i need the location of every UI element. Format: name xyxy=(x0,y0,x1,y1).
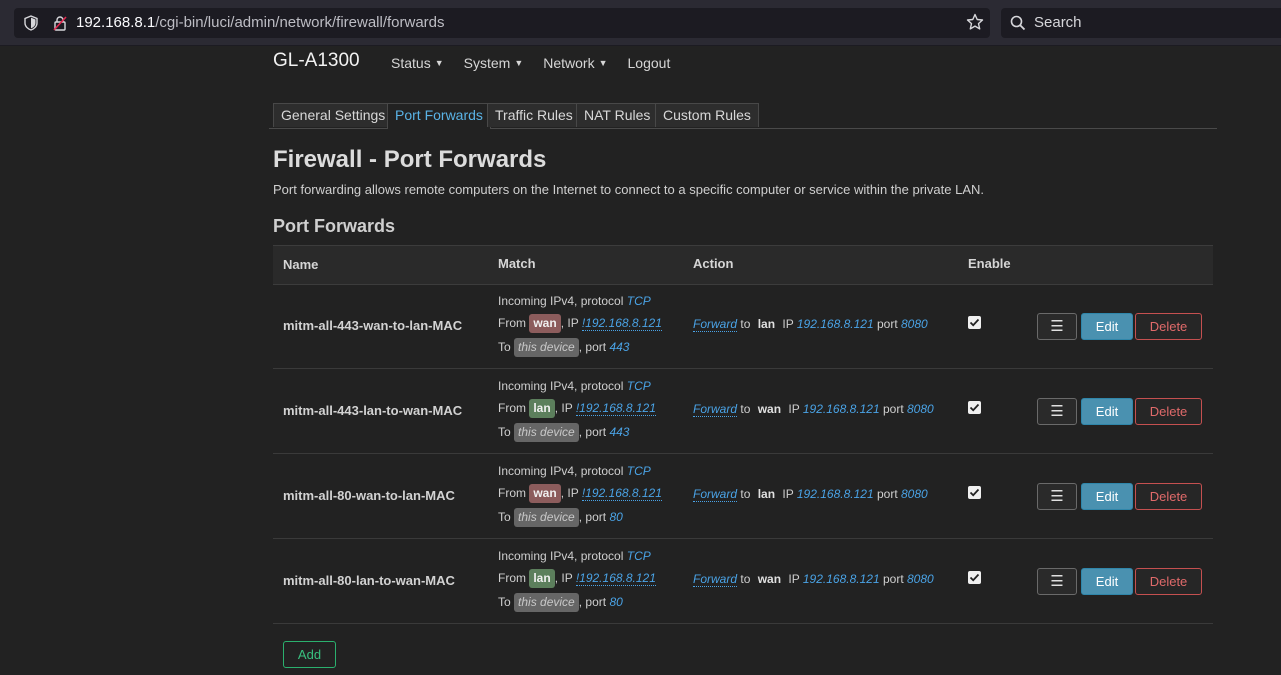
protocol-value: TCP xyxy=(626,294,651,308)
dest-port: 443 xyxy=(609,425,630,439)
zone-badge-lan: lan xyxy=(529,569,555,588)
match-line-protocol: Incoming IPv4, protocol TCP xyxy=(498,464,651,478)
section-title: Port Forwards xyxy=(273,216,396,236)
rule-name: mitm-all-443-lan-to-wan-MAC xyxy=(283,403,463,418)
delete-button[interactable]: Delete xyxy=(1135,398,1202,425)
enable-checkbox[interactable] xyxy=(968,316,981,329)
edit-button[interactable]: Edit xyxy=(1081,483,1133,510)
dest-port: 80 xyxy=(609,510,623,524)
column-header-match: Match xyxy=(498,256,536,271)
table-row: mitm-all-443-wan-to-lan-MAC Incoming IPv… xyxy=(273,284,1213,369)
source-ip: !192.168.8.121 xyxy=(575,401,656,416)
column-header-action: Action xyxy=(693,256,734,271)
table-header: Name Match Action Enable xyxy=(273,245,1213,285)
protocol-value: TCP xyxy=(626,549,651,563)
dest-port: 80 xyxy=(609,595,623,609)
page-description: Port forwarding allows remote computers … xyxy=(273,182,985,197)
caret-down-icon: ▼ xyxy=(598,58,608,68)
column-header-enable: Enable xyxy=(968,256,1011,271)
menu-network[interactable]: Network ▼ xyxy=(543,55,607,71)
column-header-name: Name xyxy=(283,257,319,272)
zone-badge-lan: lan xyxy=(529,399,555,418)
caret-down-icon: ▼ xyxy=(434,58,444,68)
zone-badge-device: this device xyxy=(514,508,579,527)
edit-button[interactable]: Edit xyxy=(1081,398,1133,425)
match-line-from: From wan, IP !192.168.8.121 xyxy=(498,314,662,333)
source-ip: !192.168.8.121 xyxy=(581,486,662,501)
tab-traffic-rules[interactable]: Traffic Rules xyxy=(487,103,581,127)
action-text: Forward to wan IP 192.168.8.121 port 808… xyxy=(693,402,934,417)
table-row: mitm-all-80-wan-to-lan-MAC Incoming IPv4… xyxy=(273,454,1213,539)
delete-button[interactable]: Delete xyxy=(1135,568,1202,595)
menu-system[interactable]: System ▼ xyxy=(464,55,524,71)
menu-logout[interactable]: Logout xyxy=(628,55,671,71)
drag-menu-button[interactable]: ☰ xyxy=(1037,313,1077,340)
match-line-to: To this device, port 80 xyxy=(498,593,623,612)
bookmark-star-icon[interactable] xyxy=(966,13,984,34)
search-placeholder: Search xyxy=(1034,14,1082,31)
zone-badge-wan: wan xyxy=(529,484,561,503)
caret-down-icon: ▼ xyxy=(514,58,524,68)
match-line-from: From lan, IP !192.168.8.121 xyxy=(498,399,656,418)
tab-port-forwards[interactable]: Port Forwards xyxy=(387,103,491,129)
match-line-from: From wan, IP !192.168.8.121 xyxy=(498,484,662,503)
match-line-protocol: Incoming IPv4, protocol TCP xyxy=(498,549,651,563)
search-input[interactable]: Search xyxy=(1001,8,1281,38)
match-line-to: To this device, port 443 xyxy=(498,423,629,442)
rule-name: mitm-all-80-wan-to-lan-MAC xyxy=(283,488,455,503)
url-text[interactable]: 192.168.8.1/cgi-bin/luci/admin/network/f… xyxy=(76,14,445,31)
top-menu: Status ▼ System ▼ Network ▼ Logout xyxy=(391,55,690,71)
match-line-to: To this device, port 443 xyxy=(498,338,629,357)
match-line-protocol: Incoming IPv4, protocol TCP xyxy=(498,294,651,308)
drag-menu-button[interactable]: ☰ xyxy=(1037,568,1077,595)
enable-checkbox[interactable] xyxy=(968,571,981,584)
lock-insecure-icon[interactable] xyxy=(52,15,68,34)
rule-name: mitm-all-443-wan-to-lan-MAC xyxy=(283,318,463,333)
drag-menu-button[interactable]: ☰ xyxy=(1037,398,1077,425)
protocol-value: TCP xyxy=(626,379,651,393)
delete-button[interactable]: Delete xyxy=(1135,313,1202,340)
page-title: Firewall - Port Forwards xyxy=(273,146,547,173)
zone-badge-device: this device xyxy=(514,423,579,442)
zone-badge-device: this device xyxy=(514,338,579,357)
zone-badge-wan: wan xyxy=(529,314,561,333)
action-text: Forward to wan IP 192.168.8.121 port 808… xyxy=(693,572,934,587)
match-line-to: To this device, port 80 xyxy=(498,508,623,527)
source-ip: !192.168.8.121 xyxy=(575,571,656,586)
menu-status[interactable]: Status ▼ xyxy=(391,55,444,71)
brand-title[interactable]: GL-A1300 xyxy=(273,50,360,72)
rule-name: mitm-all-80-lan-to-wan-MAC xyxy=(283,573,455,588)
action-text: Forward to lan IP 192.168.8.121 port 808… xyxy=(693,317,928,332)
browser-toolbar: 192.168.8.1/cgi-bin/luci/admin/network/f… xyxy=(0,0,1281,46)
search-icon xyxy=(1010,15,1026,34)
delete-button[interactable]: Delete xyxy=(1135,483,1202,510)
match-line-protocol: Incoming IPv4, protocol TCP xyxy=(498,379,651,393)
tab-custom-rules[interactable]: Custom Rules xyxy=(655,103,759,127)
action-text: Forward to lan IP 192.168.8.121 port 808… xyxy=(693,487,928,502)
drag-menu-button[interactable]: ☰ xyxy=(1037,483,1077,510)
zone-badge-device: this device xyxy=(514,593,579,612)
shield-icon[interactable] xyxy=(23,15,39,34)
tab-general-settings[interactable]: General Settings xyxy=(273,103,394,127)
tab-nat-rules[interactable]: NAT Rules xyxy=(576,103,659,127)
protocol-value: TCP xyxy=(626,464,651,478)
tab-bar: General Settings Port Forwards Traffic R… xyxy=(269,103,1217,129)
edit-button[interactable]: Edit xyxy=(1081,313,1133,340)
edit-button[interactable]: Edit xyxy=(1081,568,1133,595)
match-line-from: From lan, IP !192.168.8.121 xyxy=(498,569,656,588)
enable-checkbox[interactable] xyxy=(968,486,981,499)
table-row: mitm-all-443-lan-to-wan-MAC Incoming IPv… xyxy=(273,369,1213,454)
address-bar[interactable]: 192.168.8.1/cgi-bin/luci/admin/network/f… xyxy=(14,8,990,38)
source-ip: !192.168.8.121 xyxy=(581,316,662,331)
table-row: mitm-all-80-lan-to-wan-MAC Incoming IPv4… xyxy=(273,539,1213,624)
dest-port: 443 xyxy=(609,340,630,354)
add-button[interactable]: Add xyxy=(283,641,336,668)
enable-checkbox[interactable] xyxy=(968,401,981,414)
